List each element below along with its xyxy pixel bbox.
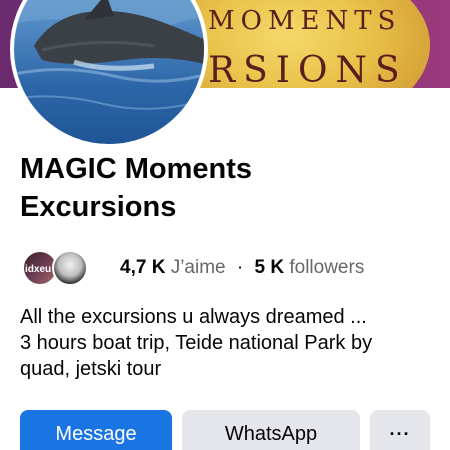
- description-line1: All the excursions u always dreamed ...: [20, 306, 367, 328]
- follower-avatars[interactable]: idxeu: [22, 250, 104, 286]
- page-title: MAGIC Moments Excursions: [20, 150, 430, 226]
- page-stats: idxeu 4,7 K J’aime · 5 K followers: [22, 250, 364, 286]
- profile-picture[interactable]: [10, 0, 208, 148]
- stats-text: 4,7 K J’aime · 5 K followers: [120, 257, 364, 279]
- likes-count[interactable]: 4,7 K: [120, 257, 165, 278]
- cover-text-line1: MOMENTS: [208, 6, 402, 36]
- message-button[interactable]: Message: [20, 410, 172, 450]
- follower-avatar-text: idxeu: [25, 264, 52, 275]
- stats-separator: ·: [236, 257, 244, 278]
- followers-label[interactable]: followers: [289, 257, 364, 278]
- follower-avatar: [52, 250, 88, 286]
- more-horizontal-icon: ···: [389, 423, 411, 444]
- page-description: All the excursions u always dreamed ... …: [20, 304, 440, 382]
- more-options-button[interactable]: ···: [370, 410, 430, 450]
- description-line3: quad, jetski tour: [20, 358, 162, 380]
- followers-count[interactable]: 5 K: [255, 257, 285, 278]
- whatsapp-button[interactable]: WhatsApp: [182, 410, 360, 450]
- page-header: MOMENTS RSIONS MAGIC Moments Excursions …: [0, 0, 450, 450]
- cover-text-line2: RSIONS: [208, 50, 408, 88]
- description-line2: 3 hours boat trip, Teide national Park b…: [20, 332, 373, 354]
- likes-label[interactable]: J’aime: [171, 257, 226, 278]
- dolphin-photo: [14, 0, 204, 110]
- page-title-line1: MAGIC Moments: [20, 153, 252, 185]
- page-title-line2: Excursions: [20, 191, 177, 223]
